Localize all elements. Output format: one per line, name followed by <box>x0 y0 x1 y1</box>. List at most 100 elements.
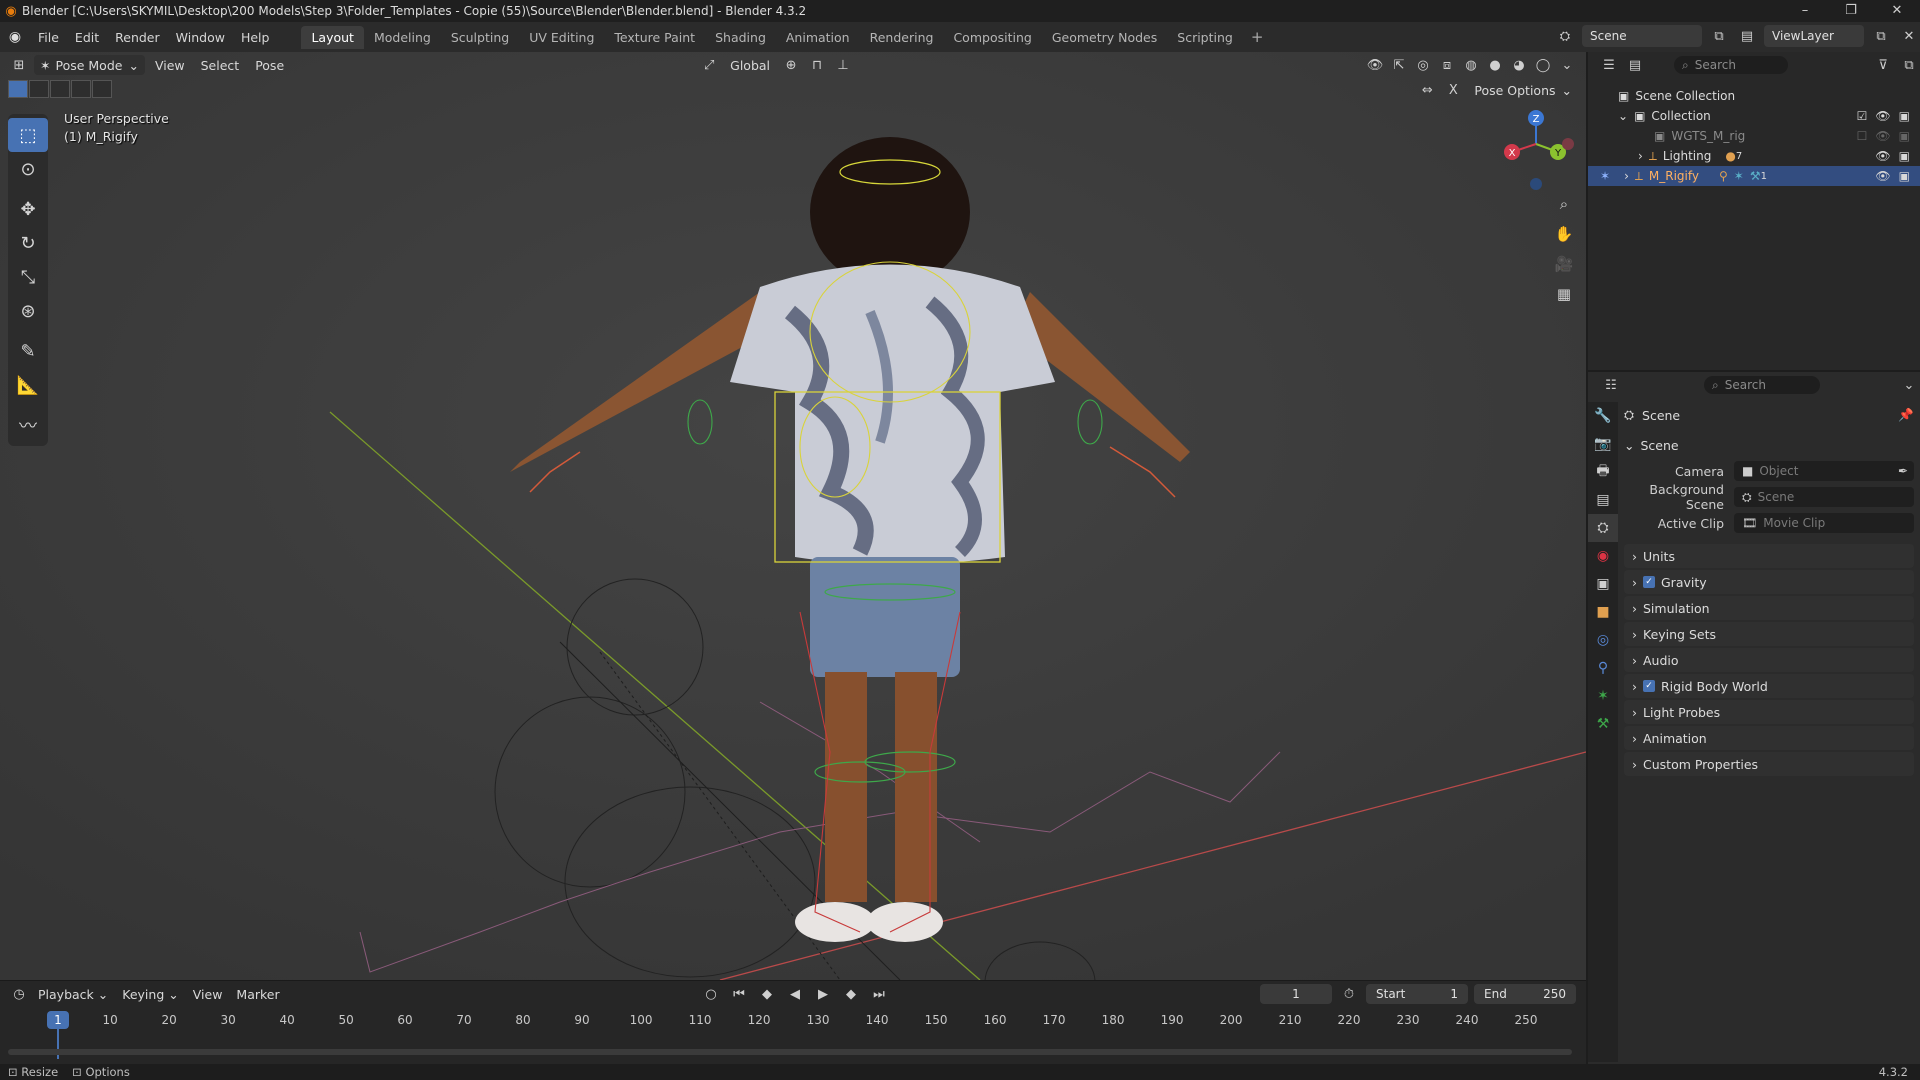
play-icon[interactable]: ▶ <box>812 984 834 1004</box>
pose-options-dropdown[interactable]: Pose Options ⌄ <box>1468 80 1578 100</box>
record-icon[interactable]: ○ <box>700 984 722 1004</box>
gizmo-toggle-icon[interactable]: ⇱ <box>1388 55 1410 75</box>
select-box-tool-icon[interactable]: ⬚ <box>8 118 48 152</box>
tab-sculpting[interactable]: Sculpting <box>441 26 519 49</box>
tab-rendering[interactable]: Rendering <box>860 26 944 49</box>
jump-start-icon[interactable]: ⏮ <box>728 984 750 1004</box>
output-tab-icon[interactable]: 🖶 <box>1588 458 1618 486</box>
checkbox-icon[interactable]: ☐ <box>1857 129 1868 143</box>
zoom-icon[interactable]: ⌕ <box>1550 192 1578 216</box>
tab-uv-editing[interactable]: UV Editing <box>519 26 604 49</box>
camera-field[interactable]: ■ Object ✒ <box>1734 461 1914 481</box>
move-tool-icon[interactable]: ✥ <box>8 192 48 226</box>
menu-render[interactable]: Render <box>107 30 168 45</box>
start-frame-field[interactable]: Start 1 <box>1366 984 1468 1004</box>
stopwatch-icon[interactable]: ⏱ <box>1338 984 1360 1004</box>
panel-custom-properties[interactable]: › Custom Properties <box>1624 752 1914 776</box>
expand-chevron-icon[interactable]: › <box>1638 149 1643 163</box>
new-view-layer-icon[interactable]: ⧉ <box>1870 26 1892 46</box>
new-collection-icon[interactable]: ⧉ <box>1898 55 1920 75</box>
camera-view-icon[interactable]: 🎥 <box>1550 252 1578 276</box>
viewport-scene[interactable] <box>0 52 1586 980</box>
current-frame-field[interactable]: 1 <box>1260 984 1332 1004</box>
shading-solid-icon[interactable]: ● <box>1484 55 1506 75</box>
minimize-button[interactable]: – <box>1782 0 1828 22</box>
outliner-row-scene-collection[interactable]: ▣ Scene Collection <box>1588 86 1920 106</box>
outliner-row-m-rigify[interactable]: ✶ › ⟂ M_Rigify ⚲ ✶ ⚒ 1 👁 ▣ <box>1588 166 1920 186</box>
tab-texture-paint[interactable]: Texture Paint <box>604 26 705 49</box>
tab-animation[interactable]: Animation <box>776 26 860 49</box>
panel-keying-sets[interactable]: › Keying Sets <box>1624 622 1914 646</box>
menu-select[interactable]: Select <box>195 55 246 75</box>
3d-viewport[interactable]: ⊞ ✶ Pose Mode ⌄ View Select Pose ⤢ Global … <box>0 52 1586 980</box>
panel-rigid-body-world[interactable]: › ✓ Rigid Body World <box>1624 674 1914 698</box>
rotate-tool-icon[interactable]: ↻ <box>8 226 48 260</box>
tab-layout[interactable]: Layout <box>301 25 364 49</box>
menu-keying[interactable]: Keying ⌄ <box>116 984 184 1004</box>
constraints-tab-icon[interactable]: ⚲ <box>1588 654 1618 682</box>
select-invert-icon[interactable] <box>71 80 91 98</box>
tab-geometry-nodes[interactable]: Geometry Nodes <box>1042 26 1167 49</box>
jump-end-icon[interactable]: ⏭ <box>868 984 890 1004</box>
checkbox-icon[interactable]: ☑ <box>1857 109 1868 123</box>
panel-animation[interactable]: › Animation <box>1624 726 1914 750</box>
tab-modeling[interactable]: Modeling <box>364 26 441 49</box>
navigation-gizmo[interactable]: Z Y X <box>1496 104 1576 194</box>
shading-rendered-icon[interactable]: ◯ <box>1532 55 1554 75</box>
menu-window[interactable]: Window <box>168 30 233 45</box>
outliner-editor-type-icon[interactable]: ☰ <box>1598 55 1620 75</box>
panel-light-probes[interactable]: › Light Probes <box>1624 700 1914 724</box>
outliner-row-lighting[interactable]: › ⟂ Lighting ● 7 👁 ▣ <box>1588 146 1920 166</box>
physics-tab-icon[interactable]: ◎ <box>1588 626 1618 654</box>
panel-units[interactable]: › Units <box>1624 544 1914 568</box>
camera-icon[interactable]: ▣ <box>1899 169 1910 183</box>
menu-view[interactable]: View <box>149 55 191 75</box>
select-new-icon[interactable] <box>8 80 28 98</box>
active-clip-field[interactable]: 🎞 Movie Clip <box>1734 513 1914 533</box>
new-scene-icon[interactable]: ⧉ <box>1708 26 1730 46</box>
panel-gravity[interactable]: › ✓ Gravity <box>1624 570 1914 594</box>
frame-ruler[interactable]: 10 20 30 40 50 60 70 80 90 100 110 120 130 140 150 160 1… <box>0 1009 1586 1033</box>
x-mirror-toggle[interactable]: X <box>1442 80 1464 100</box>
pose-relax-tool-icon[interactable]: 〰 <box>8 408 48 442</box>
menu-file[interactable]: File <box>30 30 67 45</box>
snap-icon[interactable]: ⊓ <box>806 55 828 75</box>
end-frame-field[interactable]: End 250 <box>1474 984 1576 1004</box>
properties-options-icon[interactable]: ⌄ <box>1898 375 1920 395</box>
eye-icon[interactable]: 👁 <box>1875 169 1890 183</box>
snap-target-icon[interactable]: ⊥ <box>832 55 854 75</box>
visibility-icon[interactable]: 👁 <box>1364 55 1386 75</box>
jump-keyframe-back-icon[interactable]: ◆ <box>756 984 778 1004</box>
expand-chevron-icon[interactable]: ⌄ <box>1618 109 1628 123</box>
panel-simulation[interactable]: › Simulation <box>1624 596 1914 620</box>
close-button[interactable]: ✕ <box>1874 0 1920 22</box>
menu-timeline-view[interactable]: View <box>187 984 229 1004</box>
background-scene-field[interactable]: ⛭ Scene <box>1734 487 1914 507</box>
expand-chevron-icon[interactable]: ⌄ <box>1624 438 1634 453</box>
object-data-tab-icon[interactable]: ✶ <box>1588 682 1618 710</box>
panel-audio[interactable]: › Audio <box>1624 648 1914 672</box>
shading-options-icon[interactable]: ⌄ <box>1556 55 1578 75</box>
scale-tool-icon[interactable]: ⤡ <box>8 260 48 294</box>
scene-panel-header[interactable]: ⌄ Scene <box>1624 432 1914 458</box>
properties-editor-type-icon[interactable]: ☷ <box>1600 375 1622 395</box>
view-layer-tab-icon[interactable]: ▤ <box>1588 486 1618 514</box>
tab-shading[interactable]: Shading <box>705 26 776 49</box>
world-tab-icon[interactable]: ◉ <box>1588 542 1618 570</box>
mirror-icon[interactable]: ⇔ <box>1416 80 1438 100</box>
ortho-grid-icon[interactable]: ▦ <box>1550 282 1578 306</box>
menu-marker[interactable]: Marker <box>230 984 285 1004</box>
close-view-layer-icon[interactable]: ✕ <box>1898 26 1920 46</box>
pivot-icon[interactable]: ⊕ <box>780 55 802 75</box>
menu-playback[interactable]: Playback ⌄ <box>32 984 114 1004</box>
maximize-button[interactable]: ❐ <box>1828 0 1874 22</box>
outliner-search-input[interactable]: ⌕ Search <box>1674 56 1788 74</box>
pin-icon[interactable]: 📌 <box>1898 407 1914 423</box>
outliner-row-wgts[interactable]: ▣ WGTS_M_rig ☐ 👁 ▣ <box>1588 126 1920 146</box>
camera-icon[interactable]: ▣ <box>1899 129 1910 143</box>
xray-icon[interactable]: ⧈ <box>1436 55 1458 75</box>
pan-hand-icon[interactable]: ✋ <box>1550 222 1578 246</box>
rigid-body-world-checkbox[interactable]: ✓ <box>1643 680 1655 692</box>
select-subtract-icon[interactable] <box>50 80 70 98</box>
shading-wireframe-icon[interactable]: ◍ <box>1460 55 1482 75</box>
